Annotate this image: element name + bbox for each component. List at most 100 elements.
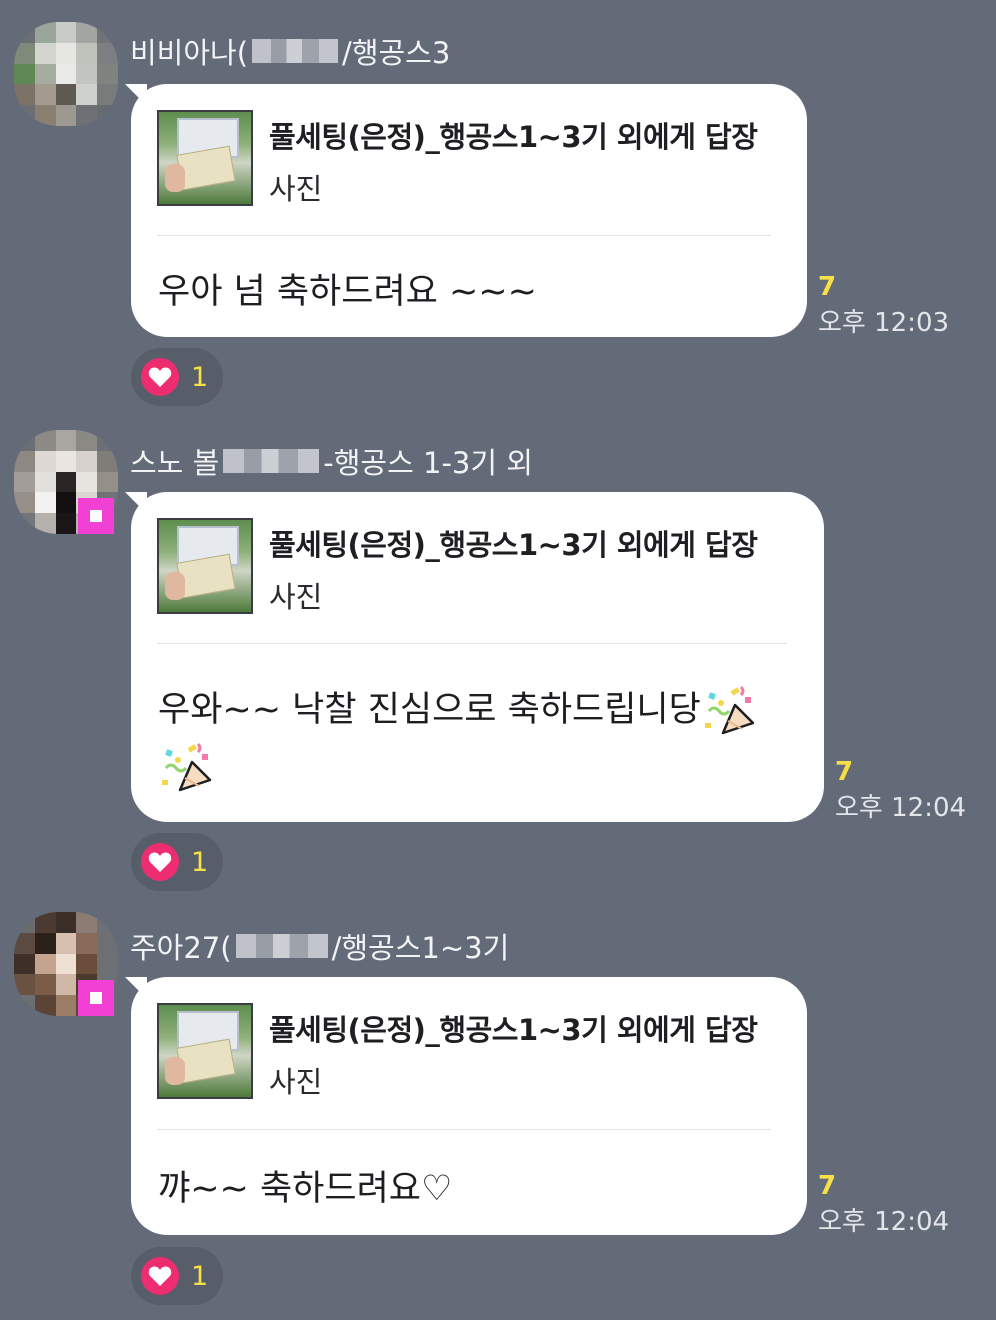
avatar-pixel	[14, 450, 35, 472]
avatar-pixel	[34, 63, 56, 85]
avatar-pixel	[76, 63, 98, 85]
message-meta: 7 오후 12:04	[835, 757, 966, 824]
avatar-pixel	[14, 430, 35, 451]
message-text: 꺄~~ 축하드려요♡	[158, 1169, 453, 1209]
avatar-pixel	[55, 513, 77, 534]
avatar-pixel	[76, 22, 98, 43]
reply-photo-thumbnail	[157, 1003, 253, 1099]
avatar-pixel	[76, 932, 98, 954]
avatar-pixel	[14, 513, 35, 534]
avatar-pixel	[34, 471, 56, 493]
timestamp: 오후 12:03	[818, 308, 950, 338]
reply-preview[interactable]: 풀세팅(은정)_행공스1~3기 외에게 답장 사진	[157, 110, 758, 208]
avatar-pixel	[14, 995, 35, 1016]
redacted-name	[223, 449, 320, 473]
message-text: 우아 넘 축하드려요 ~~~	[158, 272, 537, 312]
avatar[interactable]	[14, 22, 118, 126]
avatar-pixel	[97, 84, 118, 106]
avatar-pixel	[55, 912, 77, 933]
avatar-pixel	[97, 105, 118, 126]
avatar-pixel	[76, 471, 98, 493]
avatar-pixel	[14, 471, 35, 493]
avatar-pixel	[76, 953, 98, 975]
redacted-name	[252, 39, 339, 63]
reply-type: 사진	[269, 580, 323, 614]
avatar-pixel	[34, 492, 56, 514]
heart-icon	[141, 843, 179, 881]
avatar-pixel	[14, 953, 35, 975]
avatar-pixel	[55, 42, 77, 64]
avatar-pixel	[97, 912, 118, 933]
avatar-pixel	[76, 430, 98, 451]
avatar-pixel	[34, 105, 56, 126]
unread-count: 7	[835, 757, 854, 787]
avatar-pixel	[34, 974, 56, 996]
avatar-pixel	[55, 932, 77, 954]
avatar-pixel	[76, 84, 98, 106]
avatar-pixel	[34, 450, 56, 472]
avatar-pixel	[76, 450, 98, 472]
divider	[157, 643, 787, 644]
party-popper-icon	[701, 683, 757, 739]
avatar-pixel	[14, 84, 35, 106]
reply-photo-thumbnail	[157, 110, 253, 206]
message-bubble[interactable]: 풀세팅(은정)_행공스1~3기 외에게 답장 사진 꺄~~ 축하드려요♡	[131, 977, 807, 1235]
avatar-pixel	[97, 932, 118, 954]
avatar-pixel	[14, 42, 35, 64]
avatar-pixel	[55, 995, 77, 1016]
avatar-pixel	[97, 450, 118, 472]
reply-preview[interactable]: 풀세팅(은정)_행공스1~3기 외에게 답장 사진	[157, 518, 758, 616]
reply-preview[interactable]: 풀세팅(은정)_행공스1~3기 외에게 답장 사진	[157, 1003, 758, 1101]
avatar-pixel	[14, 63, 35, 85]
avatar-pixel	[55, 105, 77, 126]
reply-photo-thumbnail	[157, 518, 253, 614]
avatar-pixel	[55, 492, 77, 514]
avatar-pixel	[97, 63, 118, 85]
avatar-pixel	[34, 430, 56, 451]
status-badge	[78, 498, 114, 534]
reaction-count: 1	[191, 1260, 209, 1292]
avatar-pixel	[14, 22, 35, 43]
avatar-pixel	[97, 471, 118, 493]
avatar-pixel	[34, 953, 56, 975]
message-meta: 7 오후 12:04	[818, 1171, 949, 1238]
reply-type: 사진	[269, 172, 323, 206]
reply-title: 풀세팅(은정)_행공스1~3기 외에게 답장	[269, 1013, 758, 1047]
avatar-pixel	[34, 995, 56, 1016]
message-meta: 7 오후 12:03	[818, 272, 949, 339]
sender-name: 주아27(/행공스1~3기	[130, 931, 510, 965]
message-bubble[interactable]: 풀세팅(은정)_행공스1~3기 외에게 답장 사진 우와~~ 낙찰 진심으로 축…	[131, 492, 824, 822]
heart-icon	[141, 1257, 179, 1295]
unread-count: 7	[818, 1171, 837, 1201]
party-popper-icon	[158, 740, 214, 796]
reply-title: 풀세팅(은정)_행공스1~3기 외에게 답장	[269, 528, 758, 562]
message-text: 우와~~ 낙찰 진심으로 축하드립니당	[158, 682, 757, 796]
avatar-pixel	[14, 105, 35, 126]
sender-name: 스노 볼 -행공스 1-3기 외	[130, 446, 533, 480]
reaction-count: 1	[191, 846, 209, 878]
avatar-pixel	[55, 953, 77, 975]
avatar-pixel	[55, 63, 77, 85]
avatar-pixel	[55, 974, 77, 996]
avatar-pixel	[34, 513, 56, 534]
reaction-chip[interactable]: 1	[131, 833, 223, 891]
divider	[157, 235, 771, 236]
avatar-pixel	[97, 953, 118, 975]
avatar-pixel	[55, 471, 77, 493]
avatar-pixel	[55, 450, 77, 472]
avatar-pixel	[97, 22, 118, 43]
avatar-pixel	[14, 932, 35, 954]
avatar-pixel	[55, 430, 77, 451]
avatar-pixel	[97, 42, 118, 64]
timestamp: 오후 12:04	[818, 1207, 950, 1237]
timestamp: 오후 12:04	[835, 793, 967, 823]
reaction-chip[interactable]: 1	[131, 348, 223, 406]
divider	[157, 1129, 771, 1130]
avatar-pixel	[55, 84, 77, 106]
avatar-pixel	[14, 492, 35, 514]
reaction-chip[interactable]: 1	[131, 1247, 223, 1305]
avatar-pixel	[34, 912, 56, 933]
heart-icon	[141, 358, 179, 396]
message-bubble[interactable]: 풀세팅(은정)_행공스1~3기 외에게 답장 사진 우아 넘 축하드려요 ~~~	[131, 84, 807, 337]
reply-title: 풀세팅(은정)_행공스1~3기 외에게 답장	[269, 120, 758, 154]
